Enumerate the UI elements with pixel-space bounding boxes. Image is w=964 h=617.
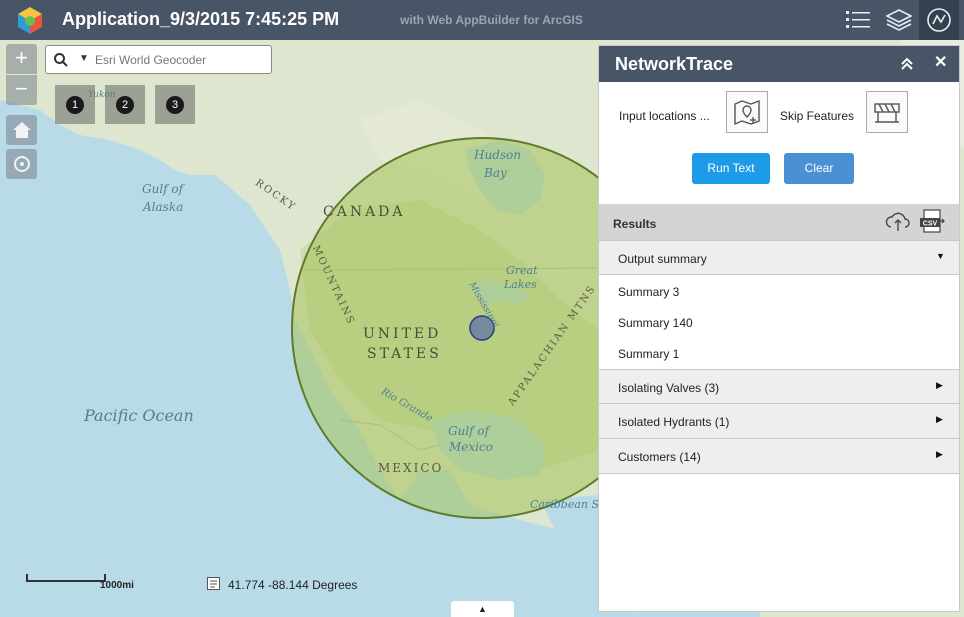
isolating-valves-section[interactable]: Isolating Valves (3) ▶ — [599, 369, 959, 404]
summary-item: Summary 1 — [618, 347, 680, 361]
label-gulf-alaska-2: Alaska — [143, 200, 184, 214]
skip-features-button[interactable] — [866, 91, 908, 133]
svg-text:CSV: CSV — [923, 221, 938, 228]
network-trace-panel: NetworkTrace ✕ Input locations ... Skip … — [598, 45, 960, 612]
search-source-caret-icon[interactable]: ▼ — [79, 53, 89, 64]
label-gulf-mexico-1: Gulf of — [448, 424, 490, 438]
caret-right-icon: ▶ — [936, 414, 943, 424]
summary-item: Summary 140 — [618, 316, 693, 330]
list-icon[interactable] — [838, 0, 878, 40]
output-summary-section[interactable]: Output summary ▼ — [599, 240, 959, 275]
label-states: STATES — [367, 346, 442, 362]
isolating-valves-label: Isolating Valves (3) — [618, 381, 720, 395]
customers-label: Customers (14) — [618, 450, 701, 464]
barrier-icon — [874, 103, 900, 123]
app-header: Application_9/3/2015 7:45:25 PM with Web… — [0, 0, 964, 40]
results-label: Results — [613, 217, 657, 231]
skip-features-label: Skip Features — [780, 109, 855, 123]
panel-title: NetworkTrace — [615, 54, 734, 74]
app-subtitle: with Web AppBuilder for ArcGIS — [400, 13, 583, 27]
double-chevron-up-icon[interactable] — [899, 56, 915, 72]
app-logo-icon — [14, 4, 46, 36]
isolated-hydrants-label: Isolated Hydrants (1) — [618, 415, 730, 429]
search-box[interactable]: ▼ — [45, 45, 272, 74]
clear-button[interactable]: Clear — [784, 153, 854, 184]
attribute-table-toggle[interactable]: ▲ — [451, 601, 514, 617]
label-pacific: Pacific Ocean — [84, 406, 194, 425]
label-great: Great — [506, 264, 538, 277]
add-input-location-button[interactable] — [726, 91, 768, 133]
panel-header: NetworkTrace ✕ — [599, 46, 959, 82]
app-title: Application_9/3/2015 7:45:25 PM — [62, 9, 340, 29]
label-gulf-mexico-2: Mexico — [449, 440, 493, 454]
layers-icon[interactable] — [879, 0, 919, 40]
customers-section[interactable]: Customers (14) ▶ — [599, 439, 959, 474]
search-icon[interactable] — [53, 52, 69, 68]
cloud-upload-icon[interactable] — [885, 209, 911, 233]
map-pin-add-icon — [734, 99, 760, 126]
bookmark-3-label: 3 — [166, 95, 184, 114]
bookmark-2-label: 2 — [116, 95, 134, 114]
results-header: Results CSV — [599, 204, 959, 240]
label-united: UNITED — [363, 326, 442, 342]
coordinate-icon[interactable] — [207, 577, 220, 590]
locate-button[interactable] — [6, 149, 37, 179]
bookmark-2[interactable]: 2 — [105, 85, 145, 124]
caret-right-icon: ▶ — [936, 380, 943, 390]
summary-item: Summary 3 — [618, 285, 680, 299]
label-mexico: MEXICO — [378, 461, 444, 475]
caret-right-icon: ▶ — [936, 449, 943, 459]
search-input[interactable] — [95, 51, 265, 69]
label-lakes: Lakes — [504, 278, 537, 291]
home-icon — [12, 122, 31, 138]
input-locations-label: Input locations ... — [619, 109, 710, 123]
label-canada: CANADA — [323, 204, 406, 220]
output-summary-label: Output summary — [618, 252, 707, 266]
csv-export-icon[interactable]: CSV — [918, 209, 946, 235]
caret-down-icon: ▼ — [936, 251, 945, 261]
label-gulf-alaska-1: Gulf of — [142, 182, 184, 196]
zoom-in-button[interactable]: + — [6, 44, 37, 74]
home-button[interactable] — [6, 115, 37, 145]
bookmark-3[interactable]: 3 — [155, 85, 195, 124]
coordinate-readout: 41.774 -88.144 Degrees — [228, 578, 358, 592]
isolated-hydrants-section[interactable]: Isolated Hydrants (1) ▶ — [599, 404, 959, 439]
close-icon[interactable]: ✕ — [934, 52, 947, 72]
label-caribbean: Caribbean S — [530, 498, 600, 511]
locate-icon — [13, 156, 30, 172]
bookmark-1[interactable]: 1 — [55, 85, 95, 124]
scale-bar — [26, 574, 106, 582]
run-trace-button[interactable]: Run Text — [692, 153, 770, 184]
scale-label: 1000mi — [100, 580, 134, 591]
label-hudson: Hudson — [474, 148, 521, 162]
bookmark-1-label: 1 — [66, 95, 84, 114]
network-trace-icon[interactable] — [919, 0, 959, 40]
label-bay: Bay — [484, 166, 507, 180]
zoom-out-button[interactable]: − — [6, 75, 37, 105]
